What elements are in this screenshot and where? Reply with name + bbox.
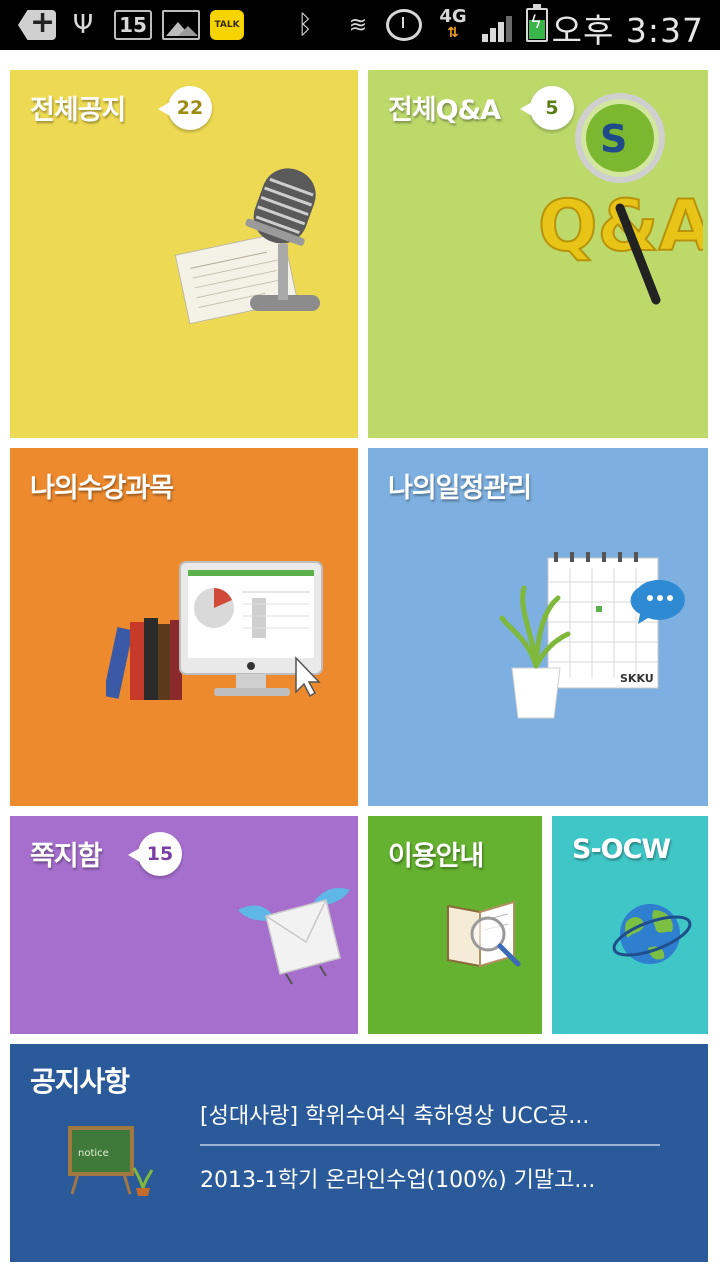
flying-envelope-icon <box>238 887 350 985</box>
notice-item[interactable]: 2013-1학기 온라인수업(100%) 기말고... <box>200 1144 660 1208</box>
globe-icon <box>612 904 692 964</box>
tile-my-schedule[interactable]: 나의일정관리 SKKU <box>368 448 708 806</box>
microphone-icon <box>174 168 320 325</box>
tile-my-courses[interactable]: 나의수강과목 <box>10 448 358 806</box>
usb-icon: Ψ <box>72 10 94 40</box>
network-type: 4G <box>439 6 467 27</box>
notice-board: 공지사항 notice [성대사랑] 학위수여식 축하영상 UCC공... 20… <box>10 1044 708 1262</box>
tile-s-ocw[interactable]: S-OCW <box>552 816 708 1034</box>
gallery-icon <box>162 10 200 40</box>
book-magnifier-icon <box>447 900 521 968</box>
network-4g-icon: 4G ⇅ <box>439 6 467 41</box>
calendar-plant-icon: SKKU <box>499 552 685 719</box>
vibrate-mute-icon: ≋ <box>348 12 368 38</box>
status-bar: Ψ 15 TALK ᛒ ≋ 4G ⇅ ϟ 오후 3:37 <box>0 0 720 50</box>
alarm-icon <box>386 9 422 41</box>
add-notification-icon <box>18 10 56 40</box>
tile-user-guide[interactable]: 이용안내 <box>368 816 542 1034</box>
tile-messages[interactable]: 쪽지함 15 <box>10 816 358 1034</box>
tile-title: 전체공지 <box>30 95 126 126</box>
message-count-badge: 15 <box>128 832 182 876</box>
notice-list: [성대사랑] 학위수여식 축하영상 UCC공... 2013-1학기 온라인수업… <box>200 1092 660 1208</box>
tile-title: 이용안내 <box>388 841 484 872</box>
tile-title: 나의수강과목 <box>30 473 174 504</box>
svg-text:Q&A: Q&A <box>538 185 703 267</box>
clock: 오후 3:37 <box>551 11 704 50</box>
chalkboard-label: notice <box>78 1148 109 1159</box>
calendar-caption: SKKU <box>620 672 654 685</box>
board-title: 공지사항 <box>30 1065 130 1098</box>
bluetooth-icon: ᛒ <box>297 10 313 40</box>
svg-text:S: S <box>600 117 627 161</box>
kakaotalk-icon: TALK <box>210 10 244 40</box>
tile-title: S-OCW <box>572 834 671 865</box>
tile-all-qa[interactable]: 전체Q&A 5 Q&A S <box>368 70 708 438</box>
tile-all-notices[interactable]: 전체공지 22 <box>10 70 358 438</box>
signal-strength-icon <box>482 10 518 42</box>
battery-charging-icon: ϟ <box>526 4 548 42</box>
tile-title: 쪽지함 <box>30 841 103 872</box>
qa-magnifier-icon: Q&A S <box>538 93 703 305</box>
notice-item[interactable]: [성대사랑] 학위수여식 축하영상 UCC공... <box>200 1092 660 1144</box>
chalkboard-icon: notice <box>68 1126 154 1196</box>
tile-title: 전체Q&A <box>388 95 501 126</box>
notice-count-badge: 22 <box>158 86 212 130</box>
notification-count-icon: 15 <box>114 10 152 40</box>
tile-title: 나의일정관리 <box>388 473 532 504</box>
computer-books-icon <box>106 561 323 700</box>
